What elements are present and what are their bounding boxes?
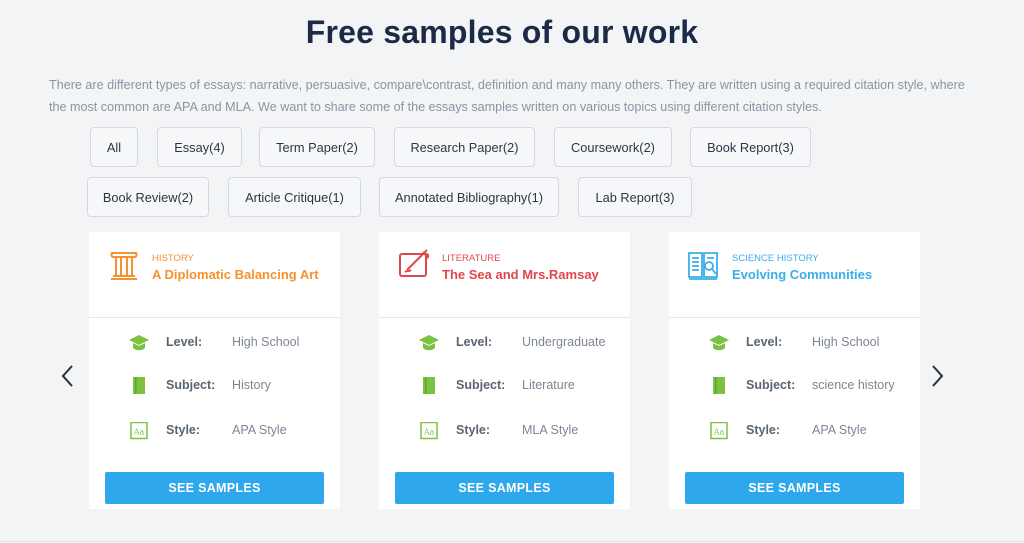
graduation-cap-icon [419,335,439,351]
style-row: Aa Style: MLA Style [379,420,630,442]
filter-all[interactable]: All [90,127,138,167]
filter-research-paper[interactable]: Research Paper(2) [394,127,535,167]
see-samples-button[interactable]: SEE SAMPLES [105,472,324,504]
graduation-cap-icon [709,335,729,351]
subject-value: science history [812,378,895,392]
level-value: High School [232,335,300,349]
subject-label: Subject: [456,378,506,392]
level-label: Level: [746,335,783,349]
filter-book-review[interactable]: Book Review(2) [87,177,209,217]
subject-row: Subject: Literature [379,375,630,397]
svg-text:Aa: Aa [133,428,145,437]
style-label: Style: [166,423,201,437]
section-intro: There are different types of essays: nar… [49,78,965,114]
see-samples-button[interactable]: SEE SAMPLES [395,472,614,504]
filter-essay[interactable]: Essay(4) [157,127,242,167]
chevron-left-icon [61,365,73,387]
font-style-icon: Aa [420,422,438,440]
level-row: Level: High School [89,332,340,354]
scroll-quill-icon [399,249,430,277]
filter-annotated-bibliography[interactable]: Annotated Bibliography(1) [379,177,559,217]
book-icon [713,377,725,394]
font-style-icon: Aa [130,422,148,440]
style-value: MLA Style [522,423,579,437]
sample-card: LITERATURE The Sea and Mrs.Ramsay Level:… [379,232,630,509]
style-label: Style: [456,423,491,437]
filter-term-paper[interactable]: Term Paper(2) [259,127,375,167]
carousel-next-button[interactable] [929,362,945,390]
card-category: HISTORY [152,253,194,264]
column-icon [110,252,138,280]
subject-label: Subject: [166,378,216,392]
svg-text:Aa: Aa [713,428,725,437]
subject-row: Subject: History [89,375,340,397]
card-title: The Sea and Mrs.Ramsay [442,267,599,282]
style-label: Style: [746,423,781,437]
filter-article-critique[interactable]: Article Critique(1) [228,177,361,217]
filter-book-report[interactable]: Book Report(3) [690,127,811,167]
card-divider [379,317,630,318]
style-row: Aa Style: APA Style [89,420,340,442]
card-title: Evolving Communities [732,267,873,282]
subject-value: History [232,378,271,392]
section-title: Free samples of our work [305,14,699,50]
level-row: Level: Undergraduate [379,332,630,354]
subject-value: Literature [522,378,575,392]
card-title: A Diplomatic Balancing Art [152,267,319,282]
section-bottom-divider [0,541,1024,542]
book-magnifier-icon [688,252,718,280]
graduation-cap-icon [129,335,149,351]
subject-label: Subject: [746,378,796,392]
card-divider [89,317,340,318]
card-category: LITERATURE [442,253,501,264]
book-icon [133,377,145,394]
style-row: Aa Style: APA Style [669,420,920,442]
font-style-icon: Aa [710,422,728,440]
filter-coursework[interactable]: Coursework(2) [554,127,672,167]
subject-row: Subject: science history [669,375,920,397]
card-divider [669,317,920,318]
level-row: Level: High School [669,332,920,354]
svg-text:Aa: Aa [423,428,435,437]
sample-card: SCIENCE HISTORY Evolving Communities Lev… [669,232,920,509]
see-samples-button[interactable]: SEE SAMPLES [685,472,904,504]
carousel-prev-button[interactable] [60,362,76,390]
filter-lab-report[interactable]: Lab Report(3) [578,177,692,217]
sample-card: HISTORY A Diplomatic Balancing Art Level… [89,232,340,509]
level-label: Level: [166,335,203,349]
style-value: APA Style [232,423,287,437]
level-value: High School [812,335,880,349]
level-value: Undergraduate [522,335,606,349]
card-category: SCIENCE HISTORY [732,253,819,264]
book-icon [423,377,435,394]
level-label: Level: [456,335,493,349]
style-value: APA Style [812,423,867,437]
chevron-right-icon [932,365,944,387]
